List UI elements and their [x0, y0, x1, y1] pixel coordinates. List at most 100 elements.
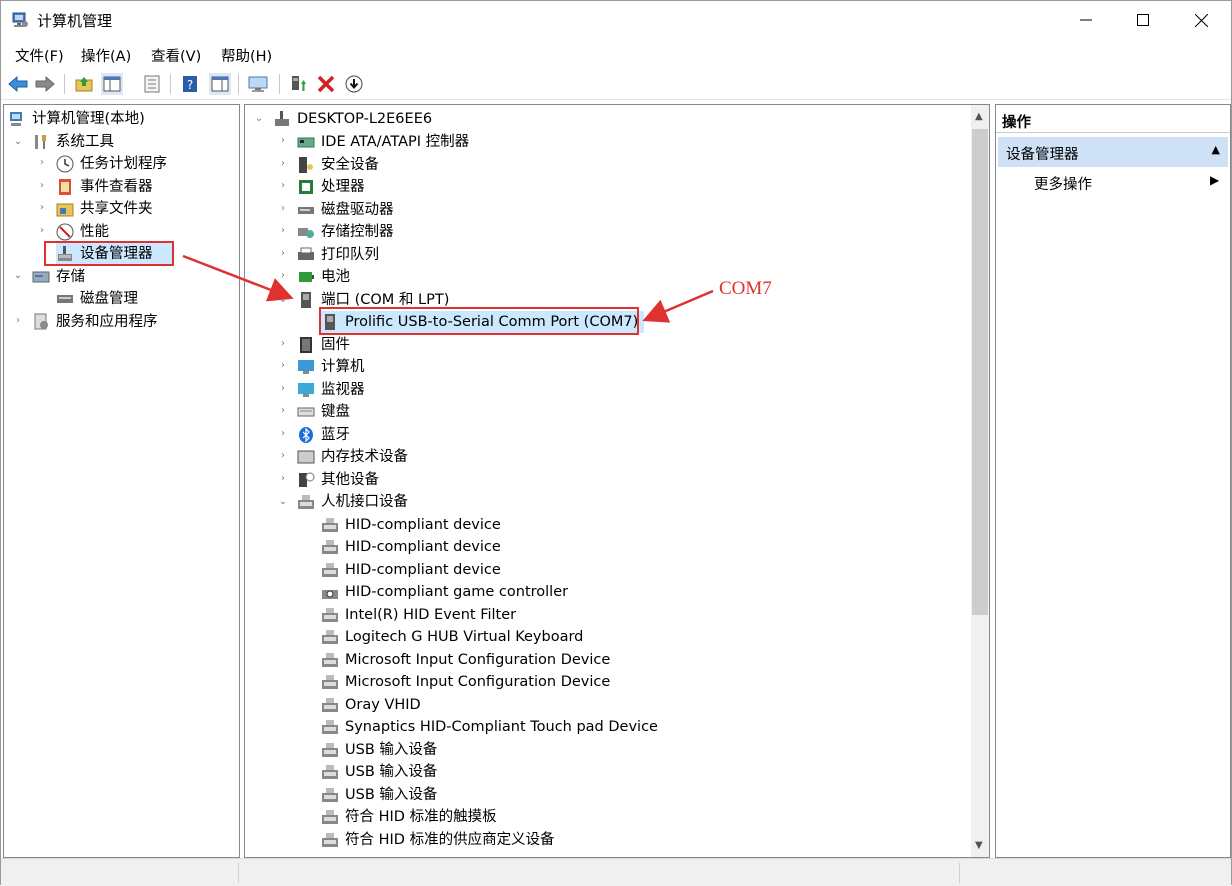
chevron-right-icon[interactable]: ›	[278, 450, 288, 461]
menu-action[interactable]: 操作(A)	[81, 45, 131, 66]
chevron-down-icon[interactable]: ⌄	[278, 496, 288, 507]
collapse-up-icon[interactable]: ▲	[1212, 143, 1220, 156]
device-item[interactable]: Microsoft Input Configuration Device	[321, 649, 610, 671]
chevron-right-icon[interactable]: ›	[37, 157, 47, 168]
chevron-right-icon[interactable]: ›	[278, 338, 288, 349]
chevron-down-icon[interactable]: ⌄	[254, 113, 264, 124]
menu-help[interactable]: 帮助(H)	[221, 45, 272, 66]
chevron-right-icon[interactable]: ›	[278, 135, 288, 146]
scan-hardware-button[interactable]	[343, 73, 365, 95]
chevron-right-icon[interactable]: ›	[37, 180, 47, 191]
device-item[interactable]: Logitech G HUB Virtual Keyboard	[321, 626, 583, 648]
more-actions-item[interactable]: 更多操作	[1034, 173, 1092, 194]
tree-item-system-tools[interactable]: 系统工具	[32, 131, 114, 153]
device-item[interactable]: Oray VHID	[321, 694, 421, 716]
device-category[interactable]: 存储控制器	[297, 221, 394, 243]
chevron-down-icon[interactable]: ⌄	[278, 294, 288, 305]
device-item[interactable]: HID-compliant device	[321, 514, 501, 536]
minimize-button[interactable]	[1057, 1, 1115, 39]
vertical-scrollbar[interactable]: ▲ ▼	[971, 105, 989, 857]
chevron-right-icon[interactable]: ›	[278, 428, 288, 439]
device-item[interactable]: Microsoft Input Configuration Device	[321, 671, 610, 693]
device-category[interactable]: 其他设备	[297, 469, 379, 491]
export-list-button[interactable]	[141, 73, 163, 95]
device-item[interactable]: HID-compliant device	[321, 536, 501, 558]
tree-item-performance[interactable]: 性能	[56, 221, 109, 243]
up-folder-icon	[75, 77, 93, 92]
device-item[interactable]: Intel(R) HID Event Filter	[321, 604, 516, 626]
tree-item-services-apps[interactable]: 服务和应用程序	[32, 311, 158, 333]
device-item[interactable]: HID-compliant game controller	[321, 581, 568, 603]
close-button[interactable]	[1172, 1, 1230, 39]
device-item[interactable]: USB 输入设备	[321, 739, 437, 761]
device-category[interactable]: 蓝牙	[297, 424, 350, 446]
maximize-button[interactable]	[1114, 1, 1172, 39]
tree-item-shared-folders[interactable]: 共享文件夹	[56, 198, 153, 220]
device-label: 存储控制器	[321, 224, 394, 240]
chevron-right-icon[interactable]: ›	[278, 270, 288, 281]
chevron-right-icon[interactable]: ›	[278, 158, 288, 169]
title-bar: 计算机管理	[1, 1, 1231, 39]
properties-button[interactable]	[247, 73, 269, 95]
minimize-icon	[1080, 19, 1092, 21]
update-driver-button[interactable]	[287, 73, 309, 95]
device-category[interactable]: 安全设备	[297, 154, 379, 176]
action-section-device-manager[interactable]: 设备管理器 ▲	[998, 137, 1228, 167]
device-item[interactable]: USB 输入设备	[321, 761, 437, 783]
chevron-right-icon[interactable]: ›	[278, 248, 288, 259]
device-item[interactable]: 符合 HID 标准的触摸板	[321, 806, 497, 828]
show-action-pane-button[interactable]	[209, 73, 231, 95]
scroll-down-icon[interactable]: ▼	[975, 840, 983, 851]
device-category[interactable]: 处理器	[297, 176, 365, 198]
device-item[interactable]: HID-compliant device	[321, 559, 501, 581]
computer-name: DESKTOP-L2E6EE6	[297, 111, 433, 127]
help-button[interactable]: ?	[179, 73, 201, 95]
device-label: Microsoft Input Configuration Device	[345, 674, 611, 690]
tree-item-computer-root[interactable]: DESKTOP-L2E6EE6	[273, 108, 432, 130]
chevron-right-icon[interactable]: ›	[278, 360, 288, 371]
menu-file[interactable]: 文件(F)	[15, 45, 64, 66]
chevron-right-icon[interactable]: ›	[278, 383, 288, 394]
device-label: HID-compliant device	[345, 516, 501, 533]
device-category[interactable]: 内存技术设备	[297, 446, 408, 468]
keyboard-icon	[297, 407, 315, 417]
device-category[interactable]: 固件	[297, 334, 350, 356]
device-category[interactable]: IDE ATA/ATAPI 控制器	[297, 131, 469, 153]
scrollbar-thumb[interactable]	[972, 129, 988, 615]
tree-item-event-viewer[interactable]: 事件查看器	[56, 176, 153, 198]
forward-button[interactable]	[34, 73, 56, 95]
device-category[interactable]: 键盘	[297, 401, 350, 423]
device-item[interactable]: USB 输入设备	[321, 784, 437, 806]
chevron-right-icon[interactable]: ›	[37, 202, 47, 213]
up-level-button[interactable]	[73, 73, 95, 95]
chevron-down-icon[interactable]: ⌄	[13, 136, 23, 147]
chevron-right-icon[interactable]: ›	[278, 203, 288, 214]
device-category[interactable]: 计算机	[297, 356, 365, 378]
tree-item-computer-management[interactable]: 计算机管理(本地)	[8, 108, 145, 130]
chevron-down-icon[interactable]: ⌄	[13, 270, 23, 281]
device-category[interactable]: 打印队列	[297, 244, 379, 266]
device-category[interactable]: 人机接口设备	[297, 491, 408, 513]
show-hide-tree-button[interactable]	[101, 73, 123, 95]
chevron-right-icon[interactable]: ›	[37, 225, 47, 236]
device-label: 电池	[321, 269, 350, 285]
chevron-right-icon[interactable]: ›	[278, 405, 288, 416]
chevron-right-icon[interactable]: ›	[278, 180, 288, 191]
tree-item-disk-management[interactable]: 磁盘管理	[56, 288, 138, 310]
device-category[interactable]: 监视器	[297, 379, 365, 401]
chevron-right-icon[interactable]: ›	[278, 225, 288, 236]
scroll-up-icon[interactable]: ▲	[975, 111, 983, 122]
device-category[interactable]: 磁盘驱动器	[297, 199, 394, 221]
menu-view[interactable]: 查看(V)	[151, 45, 201, 66]
bluetooth-icon	[299, 426, 313, 443]
device-item[interactable]: 符合 HID 标准的供应商定义设备	[321, 829, 555, 851]
tree-item-task-scheduler[interactable]: 任务计划程序	[56, 153, 167, 175]
chevron-right-icon[interactable]: ›	[278, 473, 288, 484]
hid-icon	[322, 630, 338, 644]
tree-item-storage[interactable]: 存储	[32, 266, 85, 288]
uninstall-device-button[interactable]	[315, 73, 337, 95]
chevron-right-icon[interactable]: ›	[13, 315, 23, 326]
device-category[interactable]: 电池	[297, 266, 350, 288]
device-item[interactable]: Synaptics HID-Compliant Touch pad Device	[321, 716, 658, 738]
back-button[interactable]	[7, 73, 29, 95]
